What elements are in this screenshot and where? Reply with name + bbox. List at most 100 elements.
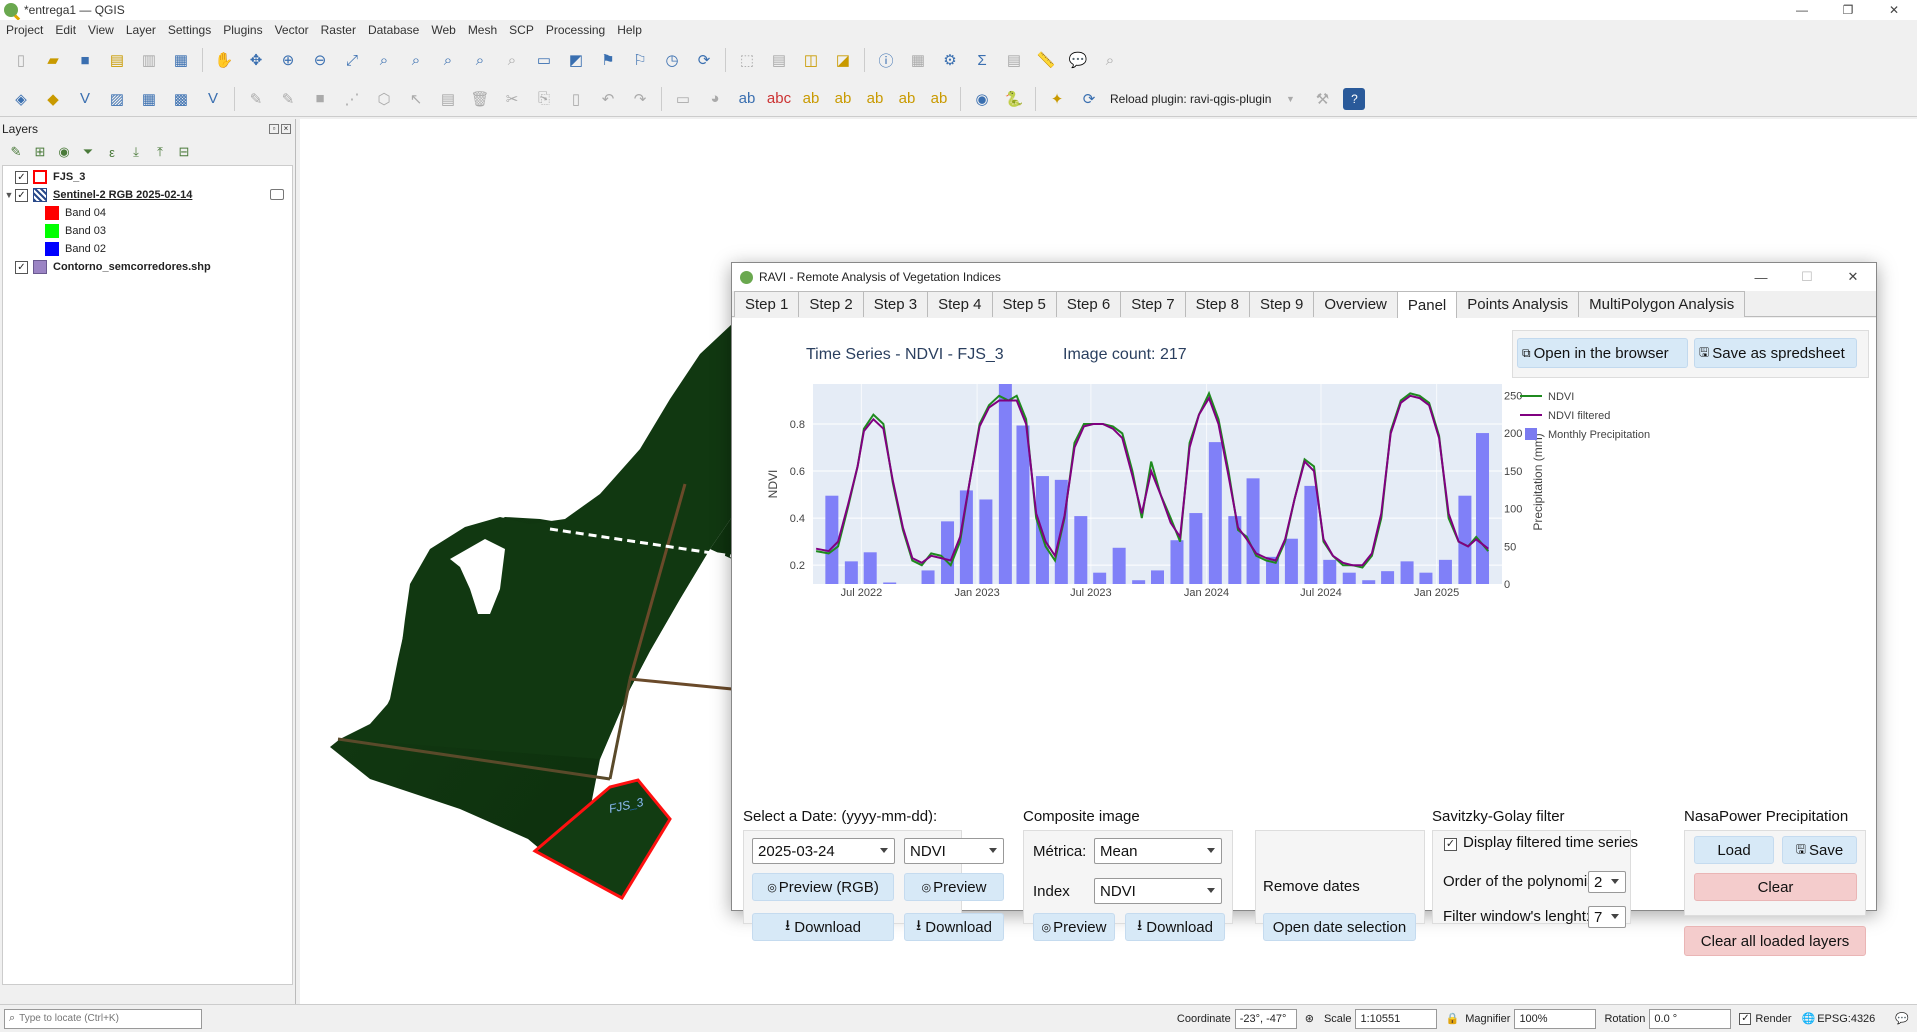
tab-step-8[interactable]: Step 8 — [1184, 291, 1250, 317]
save-spreadsheet-button[interactable]: 🖫 Save as spredsheet — [1694, 338, 1857, 368]
dialog-minimize-button[interactable]: — — [1738, 263, 1784, 291]
collapse-arrow-icon[interactable]: ▼ — [3, 190, 15, 200]
pan-to-selection-icon[interactable]: ✥ — [245, 49, 267, 71]
date-select[interactable]: 2025-03-24 — [752, 838, 895, 864]
minimize-button[interactable]: — — [1779, 0, 1825, 20]
lock-icon[interactable]: 🔒 — [1445, 1012, 1459, 1025]
tab-overview[interactable]: Overview — [1313, 291, 1398, 317]
current-edits-icon[interactable]: ✎ — [277, 88, 299, 110]
pin-label-icon[interactable]: ab — [800, 88, 822, 110]
metric-select[interactable]: Mean — [1094, 838, 1222, 864]
crs-label[interactable]: EPSG:4326 — [1817, 1013, 1875, 1025]
layer-checkbox[interactable]: ✓ — [15, 170, 28, 184]
menu-edit[interactable]: Edit — [55, 23, 76, 37]
statistics-icon[interactable]: Σ — [971, 49, 993, 71]
close-panel-icon[interactable]: × — [281, 124, 291, 134]
diagram-icon[interactable]: ◕ — [704, 88, 726, 110]
magnifier-field[interactable]: 100% — [1514, 1008, 1597, 1029]
menu-settings[interactable]: Settings — [168, 23, 211, 37]
show-label-icon[interactable]: ab — [832, 88, 854, 110]
locator-search-icon[interactable]: ⌕ — [1099, 49, 1121, 71]
open-date-selection-button[interactable]: Open date selection — [1263, 913, 1416, 941]
tab-step-5[interactable]: Step 5 — [991, 291, 1057, 317]
tab-step-6[interactable]: Step 6 — [1055, 291, 1122, 317]
menu-mesh[interactable]: Mesh — [468, 23, 497, 37]
dialog-close-button[interactable]: ✕ — [1830, 263, 1876, 291]
data-source-manager-icon[interactable]: ◈ — [10, 88, 32, 110]
save-precipitation-button[interactable]: 🖫 Save — [1782, 836, 1857, 864]
load-precipitation-button[interactable]: Load — [1694, 836, 1774, 864]
style-manager-icon[interactable]: ▦ — [170, 49, 192, 71]
toggle-edit-icon[interactable]: ✎ — [245, 88, 267, 110]
scp-icon[interactable]: ◉ — [971, 88, 993, 110]
copy-icon[interactable]: ⎘ — [533, 88, 555, 110]
menu-scp[interactable]: SCP — [509, 23, 534, 37]
display-filtered-checkbox[interactable]: ✓ — [1444, 838, 1457, 851]
select-location-icon[interactable]: ◪ — [832, 49, 854, 71]
menu-database[interactable]: Database — [368, 23, 419, 37]
zoom-last-icon[interactable]: ⌕ — [469, 49, 491, 71]
delete-selected-icon[interactable]: 🗑 — [469, 88, 491, 110]
plugin-tool-icon[interactable]: ⚒ — [1311, 88, 1333, 110]
move-label-icon[interactable]: ab — [864, 88, 886, 110]
add-wms-icon[interactable]: ▩ — [170, 88, 192, 110]
map-tips-icon[interactable]: 💬 — [1067, 49, 1089, 71]
tab-step-9[interactable]: Step 9 — [1249, 291, 1315, 317]
python-console-icon[interactable]: 🐍 — [1003, 88, 1025, 110]
layout-manager-icon[interactable]: ▥ — [138, 49, 160, 71]
tab-step-2[interactable]: Step 2 — [798, 291, 864, 317]
zoom-out-icon[interactable]: ⊖ — [309, 49, 331, 71]
filter-legend-icon[interactable]: ⏷ — [80, 144, 96, 160]
zoom-layer-icon[interactable]: ⌕ — [405, 49, 427, 71]
collapse-all-icon[interactable]: ⤒ — [152, 144, 168, 160]
remove-layer-icon[interactable]: ⊟ — [176, 144, 192, 160]
layer-style-icon[interactable]: ✎ — [8, 144, 24, 160]
add-vector-icon[interactable]: V — [74, 88, 96, 110]
add-delimited-icon[interactable]: ▦ — [138, 88, 160, 110]
measure-icon[interactable]: 📏 — [1035, 49, 1057, 71]
help-icon[interactable]: ? — [1343, 87, 1366, 110]
composite-preview-button[interactable]: ◎ Preview — [1033, 913, 1115, 941]
layer-checkbox[interactable]: ✓ — [15, 188, 28, 202]
zoom-native-icon[interactable]: ⌕ — [437, 49, 459, 71]
show-bookmarks-icon[interactable]: ⚐ — [629, 49, 651, 71]
embedded-legend-icon[interactable] — [270, 189, 284, 200]
add-group-icon[interactable]: ⊞ — [32, 144, 48, 160]
layer-row[interactable]: ✓ Contorno_semcorredores.shp — [3, 258, 292, 276]
filter-expression-icon[interactable]: ε — [104, 144, 120, 160]
clear-all-layers-button[interactable]: Clear all loaded layers — [1684, 926, 1866, 956]
reload-plugin-label[interactable]: Reload plugin: ravi-qgis-plugin — [1110, 92, 1271, 106]
tab-multipolygon-analysis[interactable]: MultiPolygon Analysis — [1578, 291, 1746, 317]
menu-view[interactable]: View — [88, 23, 114, 37]
open-project-icon[interactable]: ▰ — [42, 49, 64, 71]
menu-help[interactable]: Help — [617, 23, 642, 37]
redo-icon[interactable]: ↷ — [629, 88, 651, 110]
locator-box[interactable]: ⌕ — [4, 1008, 202, 1029]
label-toolbar-icon[interactable]: ▭ — [672, 88, 694, 110]
rotate-label-icon[interactable]: ab — [896, 88, 918, 110]
scale-field[interactable]: 1:10551 — [1355, 1008, 1438, 1029]
download-rgb-button[interactable]: ⭳ Download — [752, 913, 894, 941]
messages-icon[interactable]: 💬 — [1895, 1012, 1909, 1025]
plugin-wand-icon[interactable]: ✦ — [1046, 88, 1068, 110]
display-filtered-label[interactable]: Display filtered time series — [1463, 834, 1638, 851]
new-map-view-icon[interactable]: ▭ — [533, 49, 555, 71]
processing-toolbox-icon[interactable]: ⚙ — [939, 49, 961, 71]
tab-step-3[interactable]: Step 3 — [862, 291, 929, 317]
index-select[interactable]: NDVI — [904, 838, 1004, 864]
deselect-icon[interactable]: ◫ — [800, 49, 822, 71]
float-panel-icon[interactable]: ▫ — [269, 124, 279, 134]
vertex-tool-icon[interactable]: ↖ — [405, 88, 427, 110]
new-project-icon[interactable]: ▯ — [10, 49, 32, 71]
zoom-in-icon[interactable]: ⊕ — [277, 49, 299, 71]
bookmark-icon[interactable]: ⚑ — [597, 49, 619, 71]
new-geopackage-icon[interactable]: ◆ — [42, 88, 64, 110]
rotation-field[interactable]: 0.0 ° — [1649, 1008, 1732, 1029]
field-calculator-icon[interactable]: ▤ — [1003, 49, 1025, 71]
layer-row[interactable]: ✓ FJS_3 — [3, 168, 292, 186]
label-ab-icon[interactable]: ab — [736, 88, 758, 110]
dialog-maximize-button[interactable]: ☐ — [1784, 263, 1830, 291]
change-label-icon[interactable]: ab — [928, 88, 950, 110]
tab-step-1[interactable]: Step 1 — [734, 291, 800, 317]
coordinate-field[interactable]: -23°, -47° — [1234, 1008, 1297, 1029]
